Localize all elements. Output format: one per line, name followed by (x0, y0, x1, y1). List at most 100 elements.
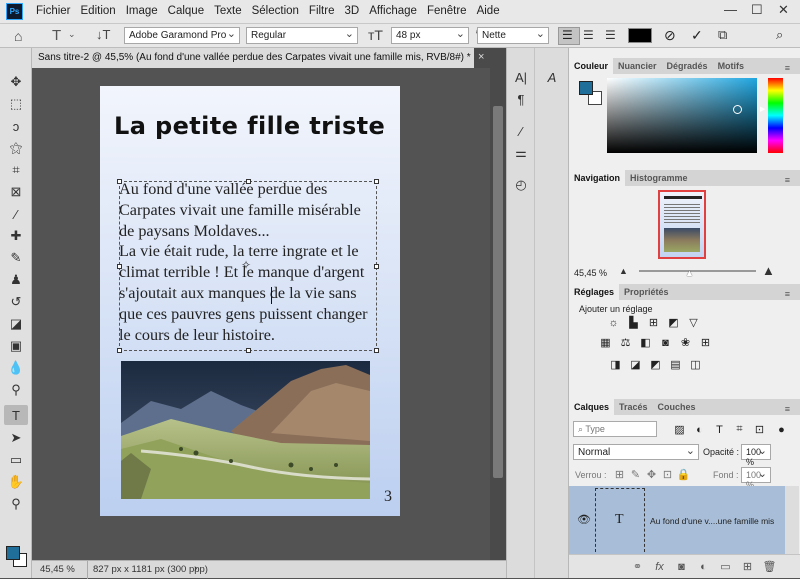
invert-icon[interactable]: ◨ (609, 358, 622, 371)
status-arrow-icon[interactable]: › (194, 563, 197, 574)
resize-handle[interactable] (117, 348, 122, 353)
add-mask-icon[interactable]: ◙ (675, 560, 688, 573)
brush-tool-icon[interactable]: ✎ (4, 248, 28, 268)
layers-scrollbar[interactable] (785, 486, 799, 554)
tab-reglages[interactable]: Réglages (569, 284, 620, 300)
trash-icon[interactable]: 🗑 (763, 560, 777, 573)
tab-motifs[interactable]: Motifs (713, 58, 750, 74)
healing-brush-tool-icon[interactable]: ✚ (4, 226, 28, 246)
type-tool-icon[interactable]: T (52, 27, 61, 44)
hue-saturation-icon[interactable]: ▦ (599, 336, 612, 349)
selective-color-icon[interactable]: ◫ (689, 358, 702, 371)
panel-menu-icon[interactable]: ≡ (780, 172, 795, 188)
tab-navigation[interactable]: Navigation (569, 170, 626, 186)
gradient-map-icon[interactable]: ▤ (669, 358, 682, 371)
menu-affichage[interactable]: Affichage (364, 5, 422, 17)
crop-tool-icon[interactable]: ⌗ (4, 160, 28, 180)
panel-menu-icon[interactable]: ≡ (780, 60, 795, 76)
channel-mixer-icon[interactable]: ❀ (679, 336, 692, 349)
tab-traces[interactable]: Tracés (614, 399, 653, 415)
visibility-eye-icon[interactable]: 👁 (577, 513, 591, 526)
3d-icon[interactable]: ⧉ (718, 27, 727, 43)
dodge-tool-icon[interactable]: ⚲ (4, 380, 28, 400)
levels-icon[interactable]: ▙ (627, 316, 640, 329)
font-family-select[interactable]: Adobe Garamond Pro (124, 27, 240, 44)
text-orientation-icon[interactable]: ↓T (96, 27, 110, 42)
frame-tool-icon[interactable]: ⊠ (4, 182, 28, 202)
fill-field[interactable]: 100 % (741, 467, 771, 490)
shape-tool-icon[interactable]: ▭ (4, 450, 28, 470)
filter-pixel-icon[interactable]: ▨ (673, 423, 686, 436)
resize-handle[interactable] (117, 179, 122, 184)
menu-texte[interactable]: Texte (209, 5, 247, 17)
navigator-thumbnail[interactable] (658, 190, 706, 259)
color-balance-icon[interactable]: ⚖ (619, 336, 632, 349)
link-layers-icon[interactable]: ⚭ (631, 560, 644, 573)
tab-histogramme[interactable]: Histogramme (625, 170, 693, 186)
move-tool-icon[interactable]: ✥ (4, 72, 28, 92)
magic-wand-tool-icon[interactable]: ⚝ (4, 138, 28, 158)
resize-handle[interactable] (246, 179, 251, 184)
type-tool-icon-active[interactable]: T (4, 405, 28, 425)
hue-marker-icon[interactable]: ▶ (760, 105, 765, 113)
lasso-tool-icon[interactable]: ↄ (4, 116, 28, 136)
panel-menu-icon[interactable]: ≡ (780, 286, 795, 302)
stamp-tool-icon[interactable]: ♟ (4, 270, 28, 290)
filter-adjust-icon[interactable]: ◐ (693, 423, 706, 436)
lock-position-icon[interactable]: ✥ (645, 468, 658, 481)
brush-panel-icon[interactable]: ⁄ (511, 122, 531, 140)
navigation-zoom[interactable]: 45,45 % (574, 268, 607, 278)
search-icon[interactable]: ⌕ (776, 27, 783, 43)
hue-slider[interactable] (768, 78, 783, 153)
gradient-tool-icon[interactable]: ▣ (4, 336, 28, 356)
zoom-out-icon[interactable]: ▲ (619, 266, 628, 276)
cancel-icon[interactable]: ⊘ (664, 27, 676, 44)
scrollbar-thumb[interactable] (493, 106, 503, 478)
glyphs-panel-icon[interactable]: A (542, 68, 562, 86)
menu-3d[interactable]: 3D (339, 5, 364, 17)
new-layer-icon[interactable]: ⊞ (741, 560, 754, 573)
brush-settings-icon[interactable]: ⚌ (511, 144, 531, 162)
blend-mode-select[interactable]: Normal (573, 444, 699, 460)
marquee-tool-icon[interactable]: ⬚ (4, 94, 28, 114)
paragraph-panel-icon[interactable]: ¶ (511, 90, 531, 108)
align-right-icon[interactable]: ☰ (605, 28, 616, 42)
color-picker-ring[interactable] (733, 105, 742, 114)
character-panel-icon[interactable]: A| (511, 68, 531, 86)
black-white-icon[interactable]: ◧ (639, 336, 652, 349)
filter-type-icon[interactable]: T (713, 423, 726, 436)
resize-handle[interactable] (374, 179, 379, 184)
tab-couches[interactable]: Couches (653, 399, 701, 415)
filter-smart-icon[interactable]: ⊡ (753, 423, 766, 436)
color-fg-swatch[interactable] (579, 81, 593, 95)
chevron-down-icon[interactable]: ⌄ (68, 29, 76, 40)
menu-edition[interactable]: Edition (76, 5, 121, 17)
tab-nuancier[interactable]: Nuancier (613, 58, 662, 74)
color-lookup-icon[interactable]: ⊞ (699, 336, 712, 349)
minimize-button[interactable]: — (724, 2, 737, 17)
lock-all-icon[interactable]: 🔒 (677, 468, 691, 481)
panel-menu-icon[interactable]: ≡ (780, 401, 795, 417)
font-size-select[interactable]: 48 px (391, 27, 469, 44)
resize-handle[interactable] (246, 348, 251, 353)
commit-check-icon[interactable]: ✓ (691, 27, 703, 44)
align-center-icon[interactable]: ☰ (583, 28, 594, 42)
document-page[interactable]: La petite fille triste Au fond d'une val… (100, 86, 400, 516)
menu-calque[interactable]: Calque (163, 5, 209, 17)
layer-name[interactable]: Au fond d'une v....une famille mis (650, 516, 774, 526)
text-color-swatch[interactable] (628, 28, 652, 43)
tab-couleur[interactable]: Couleur (569, 58, 614, 74)
maximize-button[interactable]: ☐ (751, 2, 763, 18)
brightness-icon[interactable]: ☼ (607, 316, 620, 329)
posterize-icon[interactable]: ◪ (629, 358, 642, 371)
filter-toggle-icon[interactable]: ● (775, 423, 788, 436)
opacity-field[interactable]: 100 % (741, 444, 771, 467)
layer-filter-select[interactable]: ⌕ Type (573, 421, 657, 437)
hand-tool-icon[interactable]: ✋ (4, 472, 28, 492)
document-size-info[interactable]: 827 px x 1181 px (300 ppp) (93, 564, 208, 575)
eyedropper-tool-icon[interactable]: ⁄ (4, 204, 28, 224)
tab-proprietes[interactable]: Propriétés (619, 284, 674, 300)
filter-shape-icon[interactable]: ⌗ (733, 423, 746, 436)
path-selection-tool-icon[interactable]: ➤ (4, 428, 28, 448)
blur-tool-icon[interactable]: 💧 (4, 358, 28, 378)
